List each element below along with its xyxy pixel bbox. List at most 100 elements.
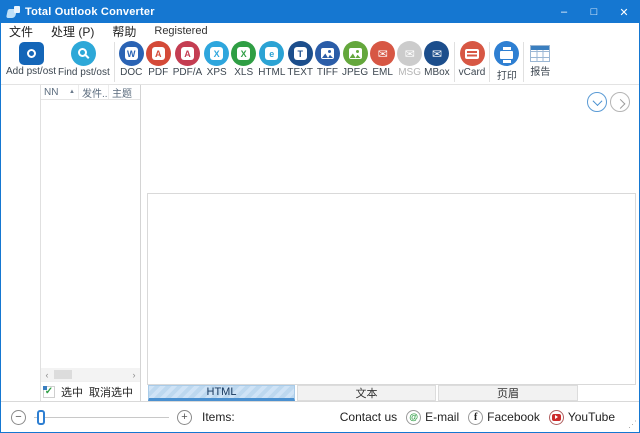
chevron-down-icon (592, 96, 602, 106)
horizontal-scrollbar[interactable]: ‹ › (41, 368, 140, 381)
chevron-right-button[interactable] (610, 92, 630, 112)
facebook-link[interactable]: f Facebook (468, 410, 540, 425)
menu-help[interactable]: 帮助 (112, 23, 136, 40)
sort-asc-icon: ▲ (69, 89, 75, 95)
toolbar-label-doc: DOC (120, 67, 142, 78)
column-header-subject[interactable]: 主题 (109, 85, 140, 99)
toolbar: Add pst/ostFind pst/ostWDOCAPDFAPDF/AXXP… (1, 39, 639, 85)
text-icon: T (288, 41, 313, 66)
status-bar: − + Items: Contact us @ E-mail f Faceboo… (1, 401, 639, 432)
toolbar-item-html[interactable]: eHTML (257, 41, 286, 78)
eml-icon: ✉ (370, 41, 395, 66)
doc-icon: W (119, 41, 144, 66)
contact-us-link[interactable]: Contact us (340, 410, 397, 424)
toolbar-item-add-pst-ost[interactable]: Add pst/ost (5, 41, 57, 77)
statusbar-links: Contact us @ E-mail f Facebook YouTube (340, 410, 629, 425)
toolbar-label-vcard: vCard (459, 67, 486, 78)
preview-nav-buttons (587, 92, 630, 112)
toolbar-label-tiff: TIFF (317, 67, 338, 78)
toolbar-item-pdf-a[interactable]: APDF/A (172, 41, 203, 78)
list-header: NN ▲ 发件... 主题 (41, 85, 140, 100)
select-button[interactable]: 选中 (61, 384, 83, 400)
selection-toolbar: ✓ 选中 取消选中 (41, 381, 140, 401)
toolbar-item-find-pst-ost[interactable]: Find pst/ost (57, 41, 111, 78)
toolbar-item-vcard[interactable]: vCard (458, 41, 487, 78)
message-header-area (141, 85, 639, 193)
scroll-right-icon[interactable]: › (128, 370, 140, 380)
zoom-slider[interactable] (34, 410, 169, 425)
deselect-button[interactable]: 取消选中 (89, 384, 133, 400)
zoom-out-button[interactable]: − (11, 410, 26, 425)
xls-icon: X (231, 41, 256, 66)
slider-thumb[interactable] (37, 410, 45, 425)
toolbar-divider (454, 42, 455, 82)
xps-icon: X (204, 41, 229, 66)
resize-grip[interactable]: ⋰ (628, 419, 637, 430)
toolbar-item-msg[interactable]: ✉MSG (396, 41, 423, 78)
facebook-icon: f (468, 410, 483, 425)
message-list[interactable] (41, 100, 140, 368)
minimize-button[interactable]: – (549, 1, 579, 23)
chevron-down-button[interactable] (587, 92, 607, 112)
column-header-nn[interactable]: NN ▲ (41, 85, 79, 99)
toolbar-label-pdf: PDF (148, 67, 168, 78)
menu-file[interactable]: 文件 (9, 23, 33, 40)
html-preview-area[interactable] (147, 193, 636, 385)
scroll-left-icon[interactable]: ‹ (41, 370, 53, 380)
toolbar-divider (523, 42, 524, 82)
toolbar-item-doc[interactable]: WDOC (118, 41, 145, 78)
maximize-button[interactable]: □ (579, 1, 609, 23)
toolbar-item-jpeg[interactable]: JPEG (341, 41, 369, 78)
zoom-in-button[interactable]: + (177, 410, 192, 425)
column-header-from[interactable]: 发件... (79, 85, 109, 99)
jpeg-icon (343, 41, 368, 66)
tab-html[interactable]: HTML (148, 385, 295, 401)
close-button[interactable]: ✕ (609, 1, 639, 23)
toolbar-item-[interactable]: 打印 (493, 41, 520, 82)
toolbar-item-[interactable]: 报告 (527, 41, 553, 78)
toolbar-label-: 打印 (497, 67, 517, 82)
email-link[interactable]: @ E-mail (406, 410, 459, 425)
window-controls: – □ ✕ (549, 1, 639, 23)
window-title: Total Outlook Converter (25, 6, 155, 18)
toolbar-item-xps[interactable]: XXPS (203, 41, 230, 78)
msg-icon: ✉ (397, 41, 422, 66)
menu-process[interactable]: 处理 (P) (51, 23, 94, 40)
toolbar-label-add-pst-ost: Add pst/ost (6, 66, 56, 77)
slider-track (34, 417, 169, 418)
toolbar-label-html: HTML (258, 67, 285, 78)
toolbar-label-: 报告 (530, 63, 550, 78)
app-logo-icon (7, 6, 20, 18)
items-count-label: Items: (202, 410, 235, 424)
report-icon (530, 45, 550, 62)
toolbar-item-tiff[interactable]: TIFF (314, 41, 341, 78)
toolbar-label-find-pst-ost: Find pst/ost (58, 67, 110, 78)
preview-tabs: HTML 文本 页眉 (141, 385, 639, 401)
email-icon: @ (406, 410, 421, 425)
menu-bar: 文件 处理 (P) 帮助 Registered (1, 23, 639, 39)
toolbar-item-eml[interactable]: ✉EML (369, 41, 396, 78)
chevron-right-icon (615, 98, 625, 108)
youtube-icon (549, 410, 564, 425)
check-icon: ✓ (43, 386, 55, 398)
toolbar-item-text[interactable]: TTEXT (286, 41, 314, 78)
folder-tree-panel[interactable] (1, 85, 41, 401)
scrollbar-thumb[interactable] (54, 370, 72, 379)
toolbar-item-xls[interactable]: XXLS (230, 41, 257, 78)
outlook-add-icon (19, 42, 44, 65)
toolbar-item-pdf[interactable]: APDF (145, 41, 172, 78)
vcard-icon (460, 41, 485, 66)
html-icon: e (259, 41, 284, 66)
search-icon (71, 41, 96, 66)
toolbar-label-msg: MSG (398, 67, 421, 78)
content-area: NN ▲ 发件... 主题 ‹ › ✓ 选中 取消选中 (1, 85, 639, 401)
message-list-panel: NN ▲ 发件... 主题 ‹ › ✓ 选中 取消选中 (41, 85, 141, 401)
mbox-icon: ✉ (424, 41, 449, 66)
tab-header[interactable]: 页眉 (438, 385, 578, 401)
youtube-link[interactable]: YouTube (549, 410, 615, 425)
toolbar-item-mbox[interactable]: ✉MBox (423, 41, 451, 78)
menu-registered[interactable]: Registered (154, 25, 207, 37)
tab-text[interactable]: 文本 (297, 385, 436, 401)
app-window: Total Outlook Converter – □ ✕ 文件 处理 (P) … (0, 0, 640, 433)
toolbar-label-eml: EML (372, 67, 393, 78)
